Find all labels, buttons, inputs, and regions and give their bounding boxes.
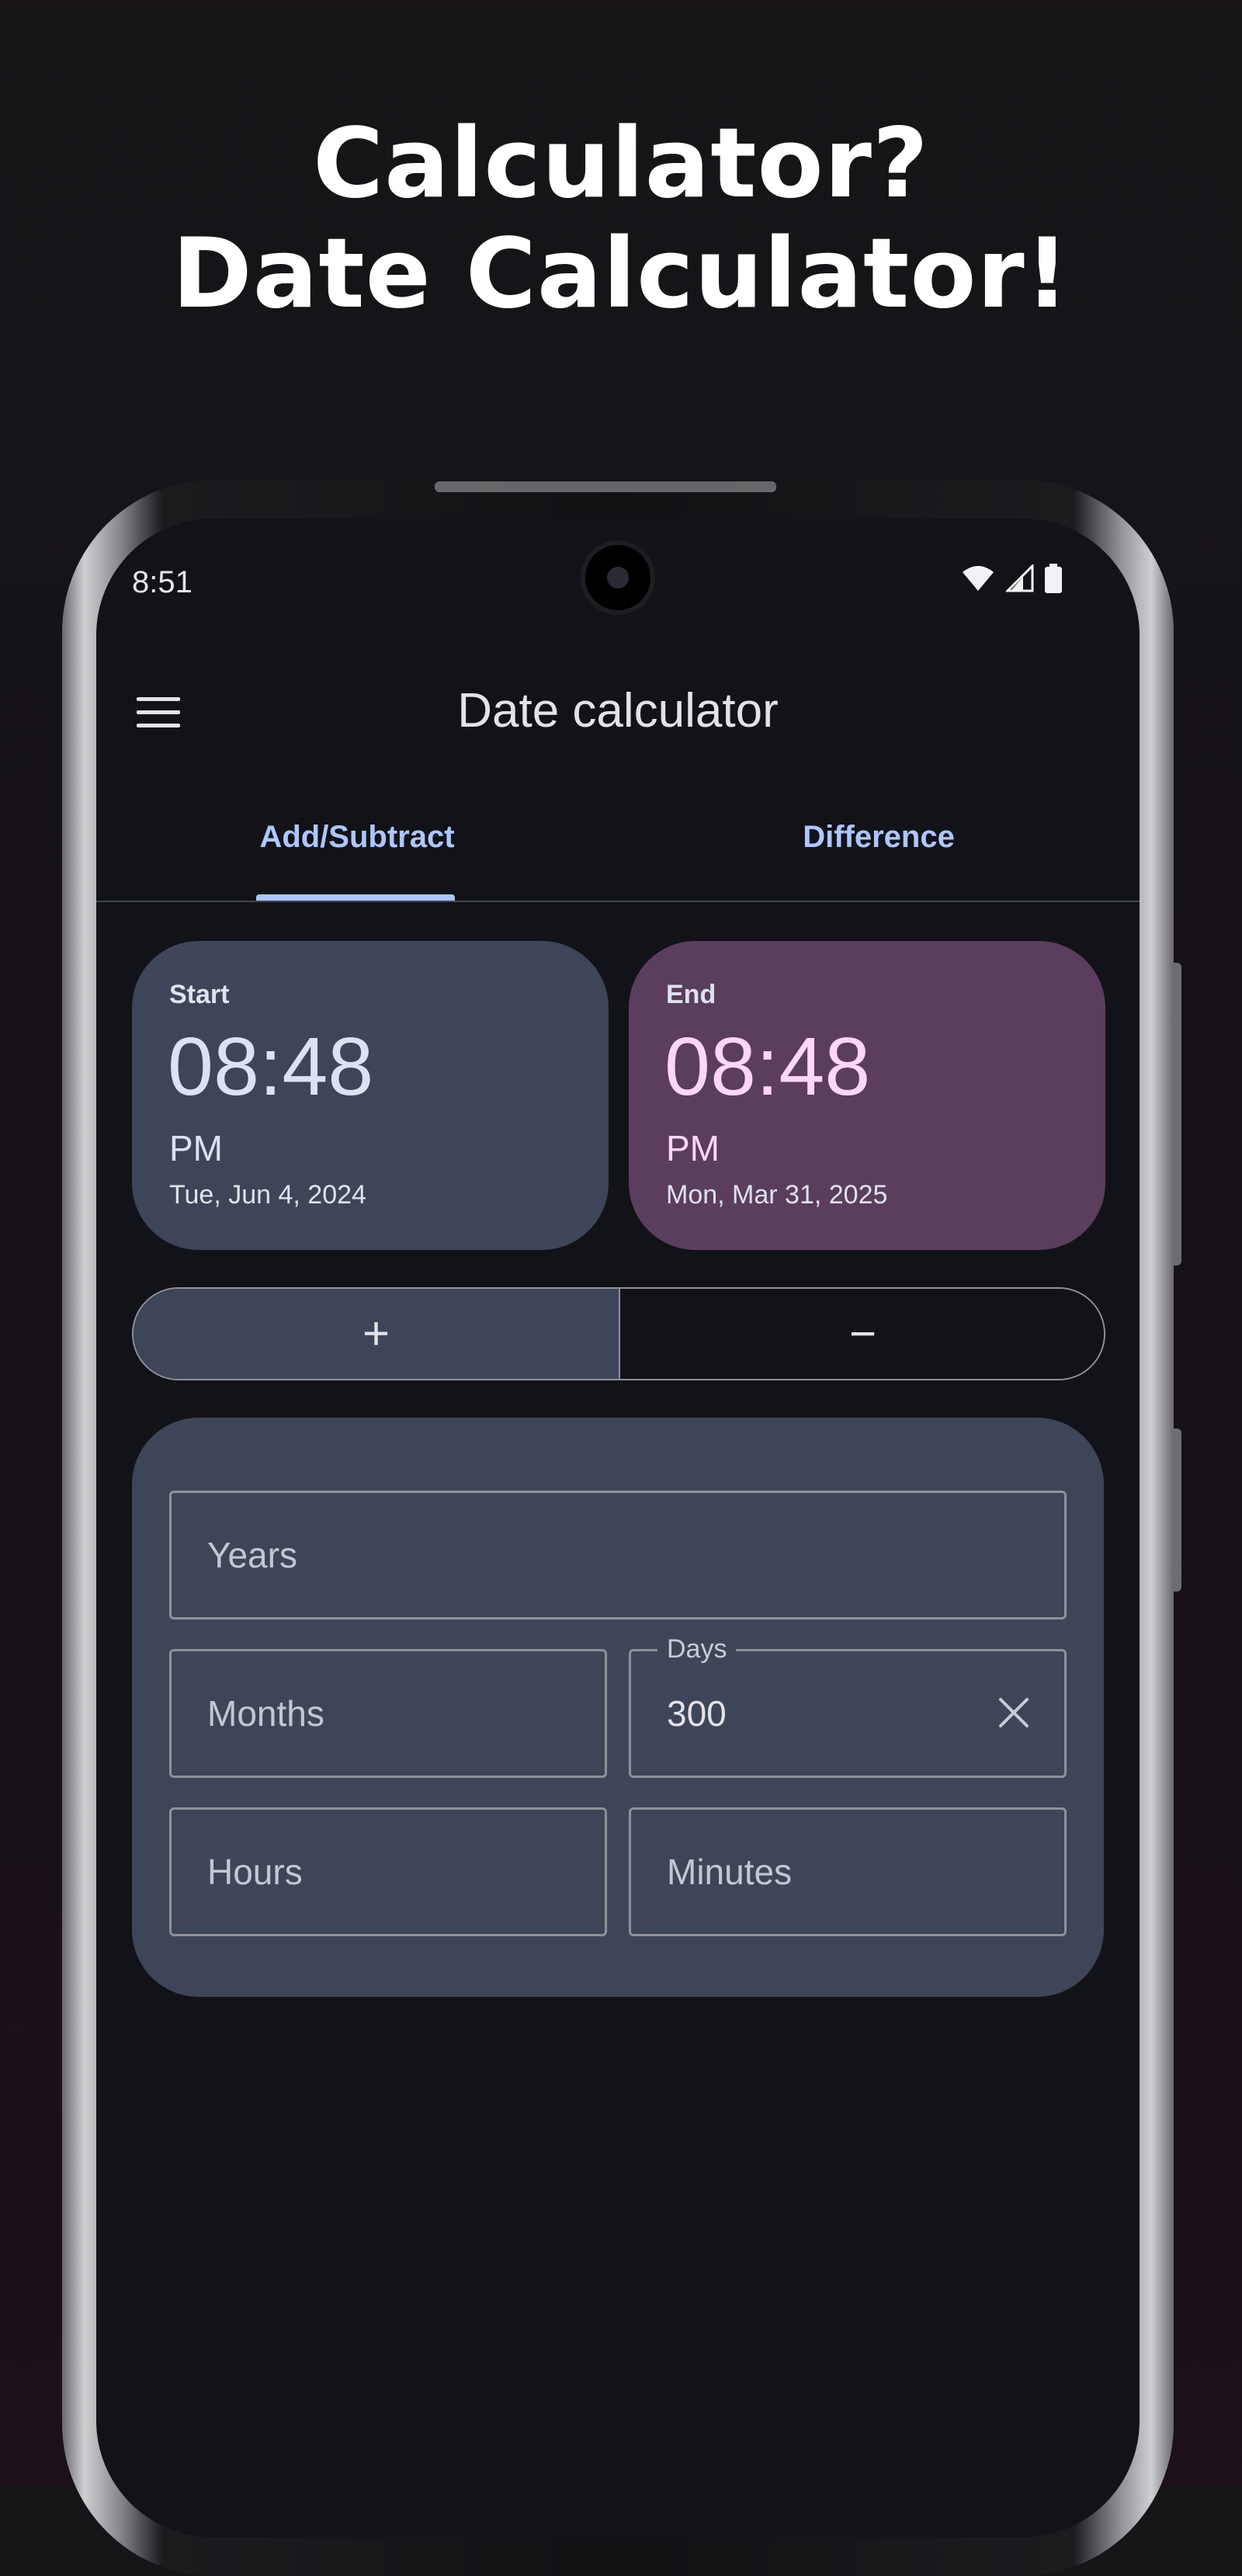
phone-top-edge <box>435 481 776 492</box>
battery-icon <box>1045 564 1062 593</box>
phone-screen: 8:51 Date calculator Add/Subtract Differ… <box>96 519 1140 2537</box>
plus-button[interactable]: + <box>134 1289 620 1379</box>
operation-toggle: + − <box>132 1287 1105 1380</box>
days-field[interactable]: Days 300 <box>629 1634 1067 1778</box>
tab-bar: Add/Subtract Difference <box>96 806 1140 882</box>
minus-icon: − <box>848 1307 877 1359</box>
hours-field[interactable]: Hours <box>169 1807 607 1936</box>
end-time: 08:48 <box>664 1021 871 1113</box>
headline-line-1: Calculator? <box>313 108 929 220</box>
close-icon[interactable] <box>997 1696 1030 1729</box>
end-ampm: PM <box>666 1128 720 1168</box>
start-date: Tue, Jun 4, 2024 <box>169 1180 366 1210</box>
tab-add-subtract[interactable]: Add/Subtract <box>96 806 618 880</box>
months-placeholder: Months <box>207 1693 324 1734</box>
tab-indicator <box>256 894 455 901</box>
minutes-placeholder: Minutes <box>667 1852 793 1892</box>
app-title: Date calculator <box>457 684 779 738</box>
years-placeholder: Years <box>207 1535 297 1575</box>
hours-placeholder: Hours <box>207 1852 303 1892</box>
headline: Calculator? Date Calculator! <box>0 109 1242 329</box>
headline-line-2: Date Calculator! <box>172 218 1070 330</box>
signal-icon <box>1006 564 1034 592</box>
minutes-field[interactable]: Minutes <box>629 1807 1067 1936</box>
status-icons <box>961 564 1062 593</box>
tab-difference[interactable]: Difference <box>618 806 1140 880</box>
years-field[interactable]: Years <box>169 1491 1067 1620</box>
plus-icon: + <box>362 1307 390 1359</box>
start-label: Start <box>169 980 230 1009</box>
camera-cutout <box>585 545 650 610</box>
tab-divider <box>96 901 1140 902</box>
start-time: 08:48 <box>168 1021 374 1113</box>
end-label: End <box>666 980 716 1009</box>
phone-power-button <box>1172 1429 1181 1592</box>
months-field[interactable]: Months <box>169 1649 607 1778</box>
minus-button[interactable]: − <box>620 1289 1104 1379</box>
end-date: Mon, Mar 31, 2025 <box>666 1180 888 1210</box>
end-card[interactable]: End 08:48 PM Mon, Mar 31, 2025 <box>629 941 1105 1250</box>
duration-panel: Years Months Days 300 Hours Minutes <box>132 1418 1104 1997</box>
wifi-icon <box>963 566 994 591</box>
days-value: 300 <box>667 1693 727 1734</box>
start-ampm: PM <box>169 1128 223 1168</box>
start-card[interactable]: Start 08:48 PM Tue, Jun 4, 2024 <box>132 941 609 1250</box>
phone-volume-button <box>1172 963 1181 1265</box>
status-time: 8:51 <box>132 565 193 599</box>
